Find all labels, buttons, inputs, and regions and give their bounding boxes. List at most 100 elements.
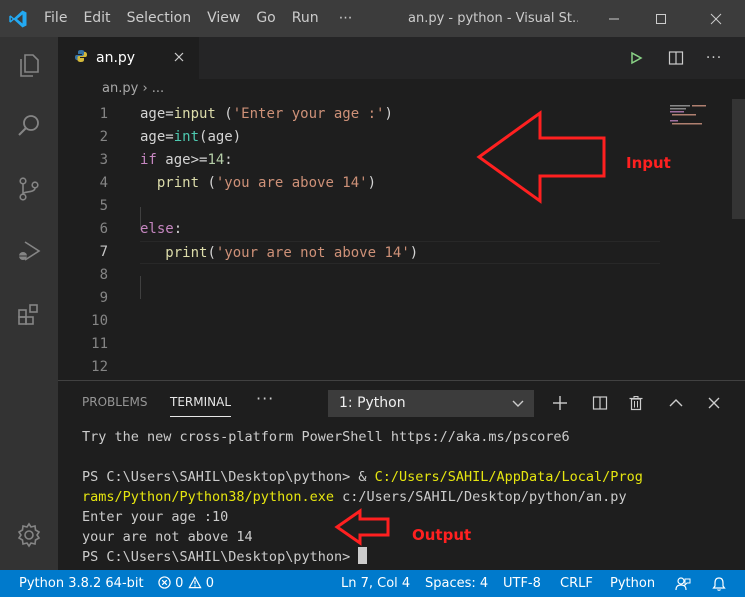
line-number: 8: [99, 267, 108, 283]
terminal-select[interactable]: 1: Python: [328, 390, 534, 417]
feedback-button[interactable]: [675, 575, 691, 597]
terminal-line: Try the new cross-platform PowerShell ht…: [82, 429, 570, 445]
window-title: an.py - python - Visual St...: [408, 11, 578, 26]
run-debug-icon: [18, 241, 41, 261]
minimize-button[interactable]: [591, 0, 637, 37]
error-count: 0: [175, 576, 184, 591]
language-mode[interactable]: Python: [610, 570, 655, 597]
status-bar: Python 3.8.2 64-bit 0 0 Ln 7, Col 4 Spac…: [0, 570, 745, 597]
kill-terminal-button[interactable]: [624, 391, 648, 415]
code-line-6[interactable]: else:: [140, 218, 660, 241]
code-line-7[interactable]: print('your are not above 14'): [140, 241, 660, 264]
cursor-position[interactable]: Ln 7, Col 4: [341, 570, 410, 597]
chevron-right-icon: ›: [142, 81, 152, 96]
line-number: 7: [99, 244, 108, 260]
encoding[interactable]: UTF-8: [503, 570, 541, 597]
run-debug-button[interactable]: [0, 227, 58, 275]
split-terminal-button[interactable]: [588, 391, 612, 415]
breadcrumb[interactable]: an.py › ...: [102, 81, 164, 96]
tab-problems[interactable]: PROBLEMS: [82, 395, 148, 409]
menu-more[interactable]: ⋯: [331, 0, 361, 37]
input-annotation-arrow-icon: [476, 110, 606, 204]
close-icon: [708, 397, 720, 409]
indentation[interactable]: Spaces: 4: [425, 570, 488, 597]
tab-label: an.py: [96, 50, 136, 66]
editor-tab-bar: an.py ···: [58, 37, 745, 79]
problems-status[interactable]: 0 0: [158, 570, 214, 597]
terminal-prompt[interactable]: PS C:\Users\SAHIL\Desktop\python>: [82, 547, 742, 567]
search-button[interactable]: [0, 102, 58, 150]
menu-file[interactable]: File: [36, 0, 75, 37]
trash-icon: [629, 396, 643, 411]
play-icon: [631, 51, 643, 65]
run-file-button[interactable]: [618, 37, 654, 79]
feedback-icon: [675, 577, 691, 591]
chevron-down-icon: [512, 400, 524, 407]
terminal-select-value: 1: Python: [339, 395, 406, 411]
line-number: 4: [99, 175, 108, 191]
close-tab-icon[interactable]: [171, 49, 187, 65]
split-editor-icon: [668, 51, 684, 65]
terminal-line: Enter your age :10: [82, 509, 229, 525]
source-control-icon: [19, 177, 39, 201]
explorer-button[interactable]: [0, 41, 58, 89]
bottom-panel: PROBLEMS TERMINAL ··· 1: Python Try the …: [58, 380, 745, 570]
breadcrumb-file[interactable]: an.py: [102, 81, 138, 96]
line-number-gutter: 1 2 3 4 5 6 7 8 9 10 11 12: [58, 103, 110, 379]
maximize-panel-button[interactable]: [664, 391, 688, 415]
split-terminal-icon: [592, 396, 608, 410]
new-terminal-button[interactable]: [548, 391, 572, 415]
line-number: 3: [99, 152, 108, 168]
panel-more-icon[interactable]: ···: [256, 389, 274, 408]
output-annotation-arrow-icon: [334, 508, 390, 546]
plus-icon: [553, 396, 567, 410]
python-file-icon: [74, 49, 88, 67]
terminal-cursor: [358, 547, 368, 564]
terminal-line: PS C:\Users\SAHIL\Desktop\python> & C:/U…: [82, 469, 643, 485]
close-panel-button[interactable]: [702, 391, 726, 415]
warning-count: 0: [205, 576, 214, 591]
notifications-button[interactable]: [711, 575, 727, 597]
output-annotation-label: Output: [412, 526, 472, 544]
source-control-button[interactable]: [0, 165, 58, 213]
maximize-button[interactable]: [638, 0, 684, 37]
line-number: 10: [91, 313, 108, 329]
input-annotation-label: Input: [626, 154, 671, 172]
bell-icon: [712, 577, 726, 591]
menu-selection[interactable]: Selection: [119, 0, 200, 37]
warning-icon: [187, 576, 202, 589]
menu-run[interactable]: Run: [284, 0, 327, 37]
line-number: 12: [91, 359, 108, 375]
line-number: 1: [99, 106, 108, 122]
line-number: 5: [99, 198, 108, 214]
extensions-button[interactable]: [0, 290, 58, 338]
menu-go[interactable]: Go: [248, 0, 283, 37]
settings-button[interactable]: [0, 511, 58, 559]
line-number: 9: [99, 290, 108, 306]
line-number: 6: [99, 221, 108, 237]
chevron-up-icon: [669, 399, 683, 407]
split-editor-button[interactable]: [658, 37, 694, 79]
terminal-output[interactable]: Try the new cross-platform PowerShell ht…: [82, 427, 742, 567]
editor-scrollbar[interactable]: [732, 99, 745, 219]
python-interpreter[interactable]: Python 3.8.2 64-bit: [19, 570, 144, 597]
more-actions-button[interactable]: ···: [696, 37, 732, 79]
vscode-logo-icon: [0, 0, 36, 37]
minimize-icon: [609, 18, 619, 19]
gear-icon: [17, 522, 41, 548]
more-icon: ···: [705, 50, 723, 66]
breadcrumb-more[interactable]: ...: [152, 81, 164, 96]
close-icon: [710, 13, 722, 24]
menu-view[interactable]: View: [199, 0, 248, 37]
title-bar: File Edit Selection View Go Run ⋯ an.py …: [0, 0, 745, 37]
tab-terminal[interactable]: TERMINAL: [170, 395, 232, 417]
end-of-line[interactable]: CRLF: [560, 570, 593, 597]
close-window-button[interactable]: [693, 0, 739, 37]
line-number: 11: [91, 336, 108, 352]
extensions-icon: [18, 304, 38, 325]
tab-an-py[interactable]: an.py: [58, 37, 199, 79]
menu-edit[interactable]: Edit: [75, 0, 118, 37]
search-icon: [18, 115, 39, 136]
terminal-line: rams/Python/Python38/python.exe c:/Users…: [82, 489, 627, 505]
